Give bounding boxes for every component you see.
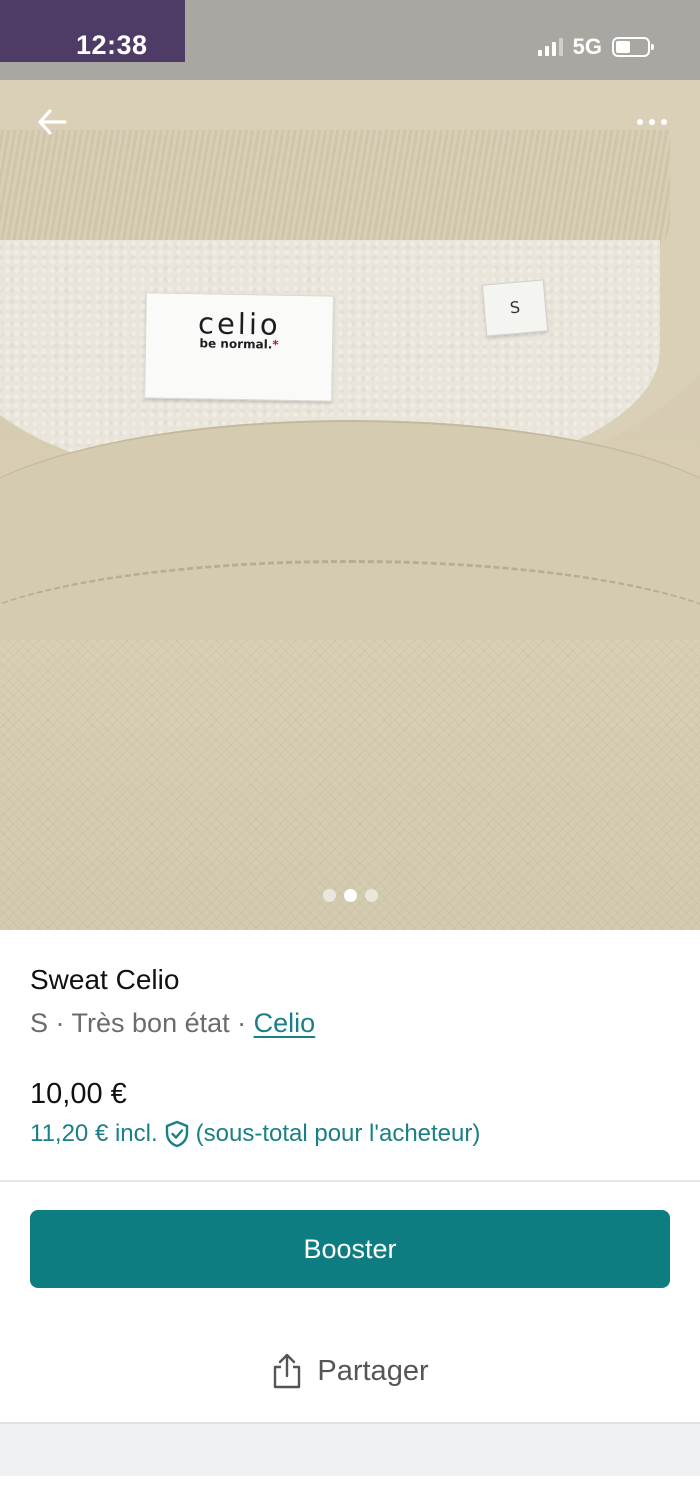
item-condition: Très bon état: [71, 1008, 230, 1038]
signal-icon: [537, 38, 563, 56]
brand-label-tagline: be normal.*: [199, 336, 279, 352]
item-price: 10,00 €: [30, 1078, 127, 1110]
status-time: 12:38: [76, 30, 148, 60]
status-indicators: 5G: [537, 34, 654, 60]
back-button[interactable]: [30, 100, 74, 144]
section-divider: [0, 1180, 700, 1182]
item-meta: S · Très bon état · Celio: [30, 1008, 316, 1038]
item-title: Sweat Celio: [30, 964, 180, 995]
share-label: Partager: [317, 1354, 429, 1387]
product-photo[interactable]: celio be normal.* S: [0, 0, 700, 930]
share-icon: [274, 1353, 301, 1389]
shield-check-icon: [165, 1120, 188, 1148]
share-button[interactable]: Partager: [0, 1335, 700, 1407]
size-label: S: [481, 279, 549, 337]
carousel-dot[interactable]: [343, 889, 357, 902]
bottom-area: [0, 1424, 700, 1476]
more-horizontal-icon: [637, 119, 643, 125]
price-incl-amount: 11,20 € incl.: [30, 1120, 158, 1147]
item-size: S: [30, 1008, 49, 1038]
brand-link[interactable]: Celio: [254, 1008, 316, 1038]
price-incl-protection[interactable]: 11,20 € incl. (sous-total pour l'acheteu…: [30, 1120, 480, 1148]
carousel-dot[interactable]: [364, 889, 378, 902]
sweater-body: [0, 640, 700, 930]
network-type: 5G: [572, 34, 602, 59]
brand-label: celio be normal.*: [144, 292, 334, 402]
arrow-left-icon: [38, 109, 67, 135]
carousel-dot[interactable]: [322, 889, 336, 902]
more-options-button[interactable]: [624, 100, 680, 144]
carousel-indicator: [0, 889, 700, 902]
battery-icon: [612, 37, 654, 57]
price-incl-note: (sous-total pour l'acheteur): [195, 1120, 481, 1147]
booster-button[interactable]: Booster: [30, 1210, 670, 1288]
